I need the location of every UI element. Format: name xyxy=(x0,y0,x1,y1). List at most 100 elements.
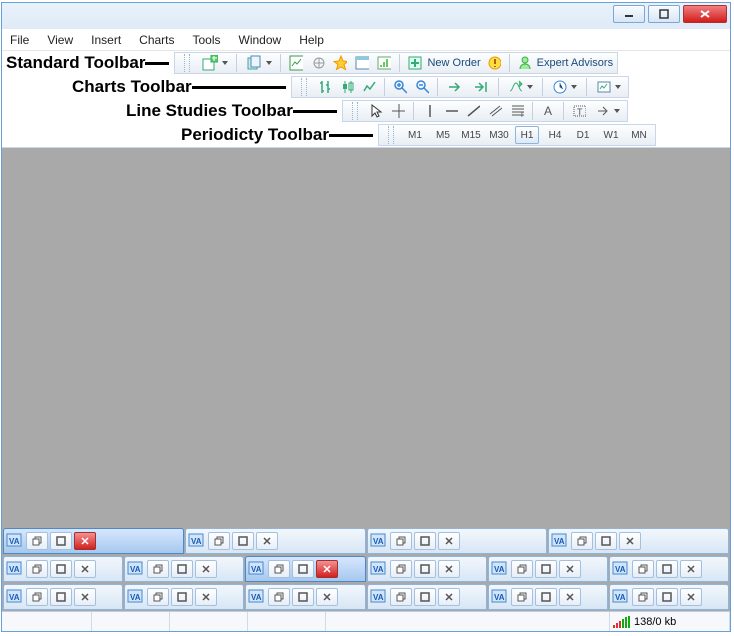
maximize-button[interactable] xyxy=(414,532,436,550)
restore-button[interactable] xyxy=(147,560,169,578)
close-button[interactable] xyxy=(74,560,96,578)
minimized-chart-window[interactable]: VA xyxy=(367,556,487,582)
maximize-button[interactable] xyxy=(535,588,557,606)
maximize-button[interactable] xyxy=(656,560,678,578)
horizontal-line-button[interactable] xyxy=(442,102,460,120)
maximize-button[interactable] xyxy=(648,5,680,23)
zoom-out-button[interactable] xyxy=(413,78,431,96)
restore-button[interactable] xyxy=(26,532,48,550)
market-watch-button[interactable] xyxy=(287,54,305,72)
equidistant-channel-button[interactable] xyxy=(486,102,504,120)
toolbar-grip[interactable] xyxy=(301,78,307,96)
maximize-button[interactable] xyxy=(50,560,72,578)
minimized-chart-window[interactable]: VA xyxy=(367,528,548,554)
close-button[interactable] xyxy=(74,588,96,606)
bar-chart-button[interactable] xyxy=(316,78,334,96)
line-chart-button[interactable] xyxy=(360,78,378,96)
toolbar-grip[interactable] xyxy=(184,54,190,72)
maximize-button[interactable] xyxy=(50,532,72,550)
minimized-chart-window[interactable]: VA xyxy=(3,584,123,610)
period-m30[interactable]: M30 xyxy=(487,126,511,144)
period-d1[interactable]: D1 xyxy=(571,126,595,144)
close-button[interactable] xyxy=(680,588,702,606)
menu-charts[interactable]: Charts xyxy=(139,33,174,47)
minimized-chart-window[interactable]: VA xyxy=(124,584,244,610)
maximize-button[interactable] xyxy=(656,588,678,606)
fibonacci-button[interactable]: F xyxy=(508,102,526,120)
minimized-chart-window[interactable]: VA xyxy=(488,556,608,582)
period-m1[interactable]: M1 xyxy=(403,126,427,144)
minimized-chart-window[interactable]: VA xyxy=(548,528,729,554)
minimized-chart-window[interactable]: VA xyxy=(245,556,365,582)
menu-window[interactable]: Window xyxy=(239,33,282,47)
restore-button[interactable] xyxy=(26,588,48,606)
maximize-button[interactable] xyxy=(171,588,193,606)
close-button[interactable] xyxy=(438,588,460,606)
close-button[interactable] xyxy=(438,532,460,550)
close-button[interactable] xyxy=(316,588,338,606)
restore-button[interactable] xyxy=(571,532,593,550)
minimized-chart-window[interactable]: VA xyxy=(609,556,729,582)
indicators-button[interactable] xyxy=(505,78,536,96)
close-button[interactable] xyxy=(559,588,581,606)
minimized-chart-window[interactable]: VA xyxy=(488,584,608,610)
maximize-button[interactable] xyxy=(414,560,436,578)
close-button[interactable] xyxy=(680,560,702,578)
menu-insert[interactable]: Insert xyxy=(91,33,121,47)
text-button[interactable]: A xyxy=(539,102,557,120)
restore-button[interactable] xyxy=(26,560,48,578)
maximize-button[interactable] xyxy=(595,532,617,550)
close-button[interactable] xyxy=(256,532,278,550)
restore-button[interactable] xyxy=(268,560,290,578)
close-button[interactable] xyxy=(438,560,460,578)
trendline-button[interactable] xyxy=(464,102,482,120)
menu-help[interactable]: Help xyxy=(299,33,324,47)
expert-advisors-button[interactable]: Expert Advisors xyxy=(516,54,613,72)
new-chart-button[interactable] xyxy=(199,54,230,72)
vertical-line-button[interactable] xyxy=(420,102,438,120)
period-m15[interactable]: M15 xyxy=(459,126,483,144)
minimize-button[interactable] xyxy=(613,5,645,23)
terminal-button[interactable] xyxy=(353,54,371,72)
cursor-button[interactable] xyxy=(367,102,385,120)
close-button[interactable] xyxy=(619,532,641,550)
new-order-button[interactable]: New Order xyxy=(406,54,480,72)
minimized-chart-window[interactable]: VA xyxy=(3,528,184,554)
candlestick-button[interactable] xyxy=(338,78,356,96)
period-m5[interactable]: M5 xyxy=(431,126,455,144)
periodicity-button[interactable] xyxy=(549,78,580,96)
restore-button[interactable] xyxy=(208,532,230,550)
toolbar-grip[interactable] xyxy=(388,126,394,144)
profiles-button[interactable] xyxy=(243,54,274,72)
crosshair-button[interactable] xyxy=(389,102,407,120)
restore-button[interactable] xyxy=(511,588,533,606)
maximize-button[interactable] xyxy=(535,560,557,578)
restore-button[interactable] xyxy=(147,588,169,606)
menu-file[interactable]: File xyxy=(10,33,29,47)
minimized-chart-window[interactable]: VA xyxy=(185,528,366,554)
maximize-button[interactable] xyxy=(50,588,72,606)
text-label-button[interactable]: T xyxy=(570,102,588,120)
maximize-button[interactable] xyxy=(232,532,254,550)
restore-button[interactable] xyxy=(632,588,654,606)
period-h4[interactable]: H4 xyxy=(543,126,567,144)
minimized-chart-window[interactable]: VA xyxy=(124,556,244,582)
meta-editor-button[interactable] xyxy=(485,54,503,72)
restore-button[interactable] xyxy=(632,560,654,578)
minimized-chart-window[interactable]: VA xyxy=(245,584,365,610)
zoom-in-button[interactable] xyxy=(391,78,409,96)
close-button[interactable] xyxy=(74,532,96,550)
templates-button[interactable] xyxy=(593,78,624,96)
close-button[interactable] xyxy=(316,560,338,578)
restore-button[interactable] xyxy=(390,532,412,550)
restore-button[interactable] xyxy=(268,588,290,606)
toolbar-grip[interactable] xyxy=(352,102,358,120)
minimized-chart-window[interactable]: VA xyxy=(609,584,729,610)
maximize-button[interactable] xyxy=(171,560,193,578)
maximize-button[interactable] xyxy=(292,588,314,606)
strategy-tester-button[interactable] xyxy=(375,54,393,72)
chart-shift-button[interactable] xyxy=(470,78,492,96)
period-w1[interactable]: W1 xyxy=(599,126,623,144)
close-button[interactable] xyxy=(195,588,217,606)
maximize-button[interactable] xyxy=(414,588,436,606)
